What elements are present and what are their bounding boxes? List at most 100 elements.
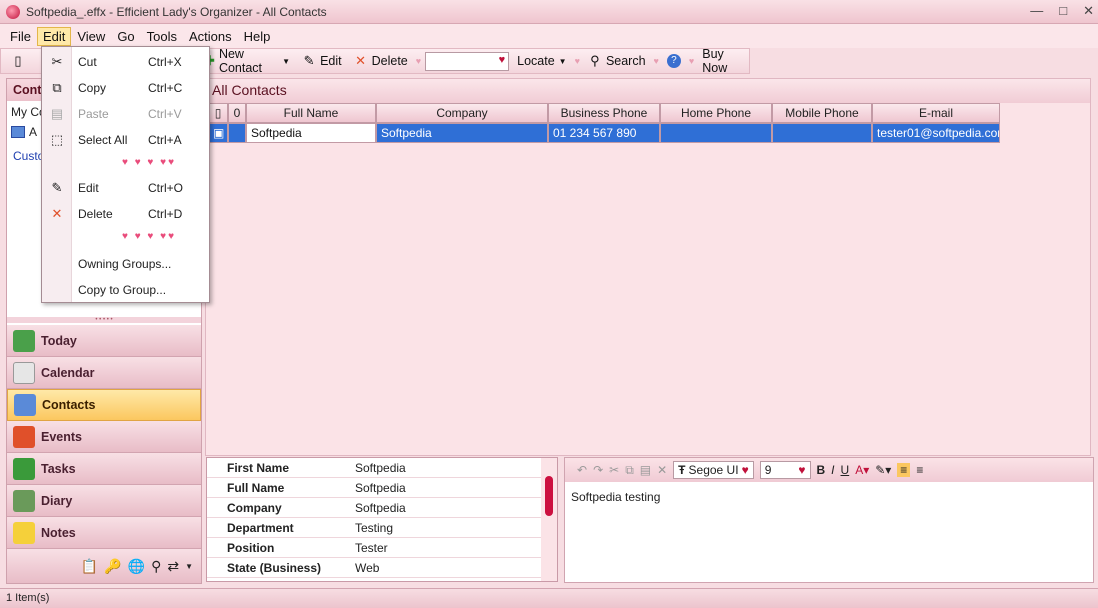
- help-button[interactable]: ?: [663, 52, 685, 70]
- heart-dropdown-icon: ♥: [741, 463, 749, 477]
- detail-row: Position Tester: [207, 538, 557, 558]
- menu-item-copy-to-group[interactable]: Copy to Group...: [42, 279, 209, 301]
- nav-contacts[interactable]: Contacts: [7, 389, 201, 421]
- chevron-down-icon[interactable]: ▼: [185, 562, 193, 571]
- column-attachment-icon[interactable]: 0: [228, 103, 246, 123]
- menu-item-cut[interactable]: ✂ Cut Ctrl+X: [42, 51, 209, 73]
- menu-bar: File Edit View Go Tools Actions Help: [0, 24, 1098, 48]
- menu-actions[interactable]: Actions: [183, 27, 238, 46]
- locate-input[interactable]: ♥: [425, 51, 510, 71]
- align-left-icon[interactable]: ≡: [897, 463, 911, 477]
- paste-icon[interactable]: ▤: [640, 463, 651, 477]
- nav-splitter[interactable]: • • • • •: [7, 317, 201, 323]
- cell-home-phone[interactable]: [660, 123, 772, 143]
- key-icon[interactable]: 🔑: [104, 558, 121, 575]
- detail-row: First Name Softpedia: [207, 458, 557, 478]
- menu-item-copy[interactable]: ⧉ Copy Ctrl+C: [42, 77, 209, 99]
- sync-icon[interactable]: ⇄: [167, 558, 179, 575]
- today-icon: [13, 329, 35, 352]
- new-contact-label: New Contact: [218, 47, 263, 75]
- nav-calendar[interactable]: Calendar: [7, 357, 201, 389]
- locate-label: Locate: [517, 54, 555, 68]
- cell-mobile-phone[interactable]: [772, 123, 872, 143]
- events-icon: [13, 425, 35, 448]
- delete-label: Delete: [371, 54, 408, 68]
- table-row[interactable]: ▣ Softpedia Softpedia 01 234 567 890 tes…: [208, 123, 1000, 143]
- nav-footer: 📋 🔑 🌐 ⚲ ⇄ ▼: [7, 549, 201, 583]
- nav-notes[interactable]: Notes: [7, 517, 201, 549]
- heart-dropdown-icon: ♥: [798, 463, 806, 477]
- hearts-divider-icon: ♥ ♥ ♥ ♥♥: [122, 231, 177, 242]
- search-icon: ⚲: [590, 53, 600, 68]
- column-business-phone[interactable]: Business Phone: [548, 103, 660, 123]
- navigation-buttons: Today Calendar Contacts Events Tasks Dia…: [7, 325, 201, 549]
- column-home-phone[interactable]: Home Phone: [660, 103, 772, 123]
- highlight-icon[interactable]: ✎▾: [875, 463, 891, 477]
- delete-button[interactable]: ✕ Delete: [350, 52, 412, 70]
- row-contact-icon: ▣: [208, 123, 228, 143]
- column-mobile-phone[interactable]: Mobile Phone: [772, 103, 872, 123]
- copy-icon[interactable]: ⧉: [625, 463, 634, 478]
- nav-today[interactable]: Today: [7, 325, 201, 357]
- font-name-select[interactable]: Ŧ Segoe UI ♥: [673, 461, 754, 479]
- nav-events[interactable]: Events: [7, 421, 201, 453]
- edit-button[interactable]: ✎ Edit: [298, 52, 346, 70]
- column-full-name[interactable]: Full Name: [246, 103, 376, 123]
- buy-now-button[interactable]: Buy Now: [698, 45, 749, 77]
- menu-item-paste[interactable]: ▤ Paste Ctrl+V: [42, 103, 209, 125]
- detail-row: Full Name Softpedia: [207, 478, 557, 498]
- close-button[interactable]: ✕: [1083, 3, 1094, 19]
- heart-dropdown-icon[interactable]: ♥: [499, 54, 506, 66]
- notes-editor: ↶ ↷ ✂ ⧉ ▤ ✕ Ŧ Segoe UI ♥ 9 ♥ B I U A▾ ✎▾ ≡ …: [564, 457, 1094, 583]
- edit-icon: ✎: [51, 180, 63, 195]
- hearts-divider-icon: ♥ ♥ ♥ ♥♥: [122, 157, 177, 168]
- font-size-select[interactable]: 9 ♥: [759, 461, 811, 479]
- nav-tasks[interactable]: Tasks: [7, 453, 201, 485]
- calendar-icon: [13, 361, 35, 384]
- cell-company[interactable]: Softpedia: [376, 123, 548, 143]
- menu-item-owning-groups[interactable]: Owning Groups...: [42, 253, 209, 275]
- notes-icon: [13, 521, 35, 544]
- menu-item-select-all[interactable]: ⬚ Select All Ctrl+A: [42, 129, 209, 151]
- menu-edit[interactable]: Edit: [36, 26, 72, 46]
- search-label: Search: [605, 54, 646, 68]
- cell-business-phone[interactable]: 01 234 567 890: [548, 123, 660, 143]
- search-icon[interactable]: ⚲: [151, 558, 161, 575]
- menu-tools[interactable]: Tools: [141, 27, 183, 46]
- cell-email[interactable]: tester01@softpedia.com: [872, 123, 1000, 143]
- scrollbar-thumb[interactable]: [545, 476, 553, 516]
- menu-go[interactable]: Go: [111, 27, 140, 46]
- font-color-icon[interactable]: A▾: [855, 463, 869, 477]
- undo-icon[interactable]: ↶: [577, 463, 587, 477]
- menu-help[interactable]: Help: [238, 27, 277, 46]
- notes-body[interactable]: Softpedia testing: [565, 482, 1093, 512]
- detail-row: State (Business) Web: [207, 558, 557, 578]
- menu-item-delete[interactable]: ✕ Delete Ctrl+D: [42, 203, 209, 225]
- menu-item-edit[interactable]: ✎ Edit Ctrl+O: [42, 177, 209, 199]
- globe-icon[interactable]: 🌐: [128, 558, 145, 575]
- column-type-icon[interactable]: ▯: [208, 103, 228, 123]
- new-doc-icon: ▯: [14, 53, 22, 68]
- cut-icon[interactable]: ✂: [609, 463, 619, 477]
- column-email[interactable]: E-mail: [872, 103, 1000, 123]
- new-doc-button[interactable]: ▯: [7, 52, 29, 70]
- redo-icon[interactable]: ↷: [593, 463, 603, 477]
- select-all-icon: ⬚: [50, 132, 64, 147]
- clipboard-icon[interactable]: 📋: [81, 558, 98, 575]
- nav-diary[interactable]: Diary: [7, 485, 201, 517]
- underline-button[interactable]: U: [841, 463, 850, 477]
- minimize-button[interactable]: —: [1030, 3, 1043, 19]
- new-contact-button[interactable]: ✚ New Contact ▼: [199, 45, 294, 77]
- column-company[interactable]: Company: [376, 103, 548, 123]
- search-button[interactable]: ⚲ Search: [584, 52, 650, 70]
- locate-button[interactable]: Locate ▼: [513, 52, 570, 70]
- italic-button[interactable]: I: [831, 463, 834, 477]
- maximize-button[interactable]: □: [1059, 3, 1067, 19]
- menu-view[interactable]: View: [71, 27, 111, 46]
- align-center-icon[interactable]: ≡: [916, 463, 923, 477]
- bold-button[interactable]: B: [817, 463, 826, 477]
- menu-file[interactable]: File: [4, 27, 37, 46]
- cell-full-name[interactable]: Softpedia: [246, 123, 376, 143]
- delete-icon[interactable]: ✕: [657, 463, 667, 477]
- details-scrollbar[interactable]: [541, 458, 557, 581]
